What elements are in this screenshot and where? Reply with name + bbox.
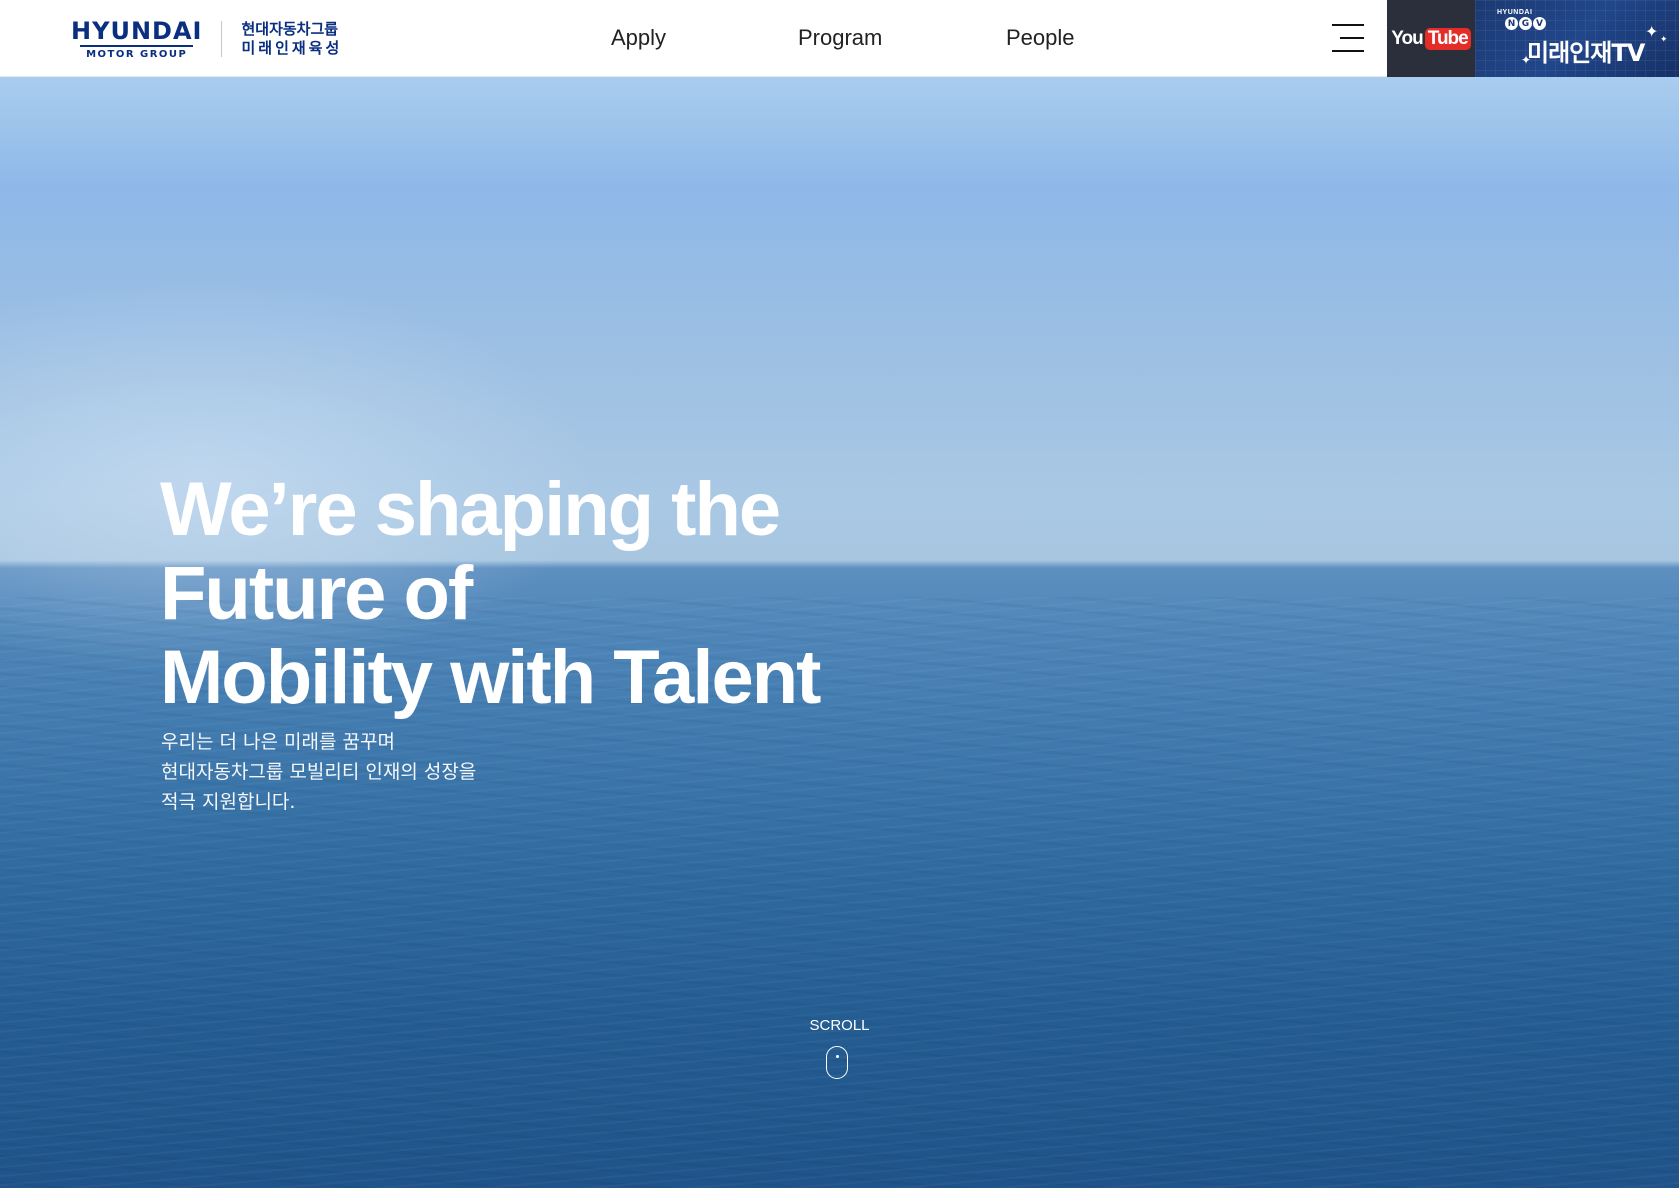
sparkle-icon: ✦ — [1521, 53, 1532, 67]
nav-people[interactable]: People — [1006, 25, 1075, 51]
nav-apply[interactable]: Apply — [611, 25, 666, 51]
ngv-tv-banner[interactable]: HYUNDAI N G V 미래인재TV ✦ ✦ ✦ — [1475, 0, 1679, 77]
hero-headline: We’re shaping the Future of Mobility wit… — [160, 467, 821, 720]
headline-line2: Future of — [160, 551, 473, 636]
headline-line1: We’re shaping the — [160, 467, 781, 552]
subtext-line2: 현대자동차그룹 모빌리티 인재의 성장을 — [161, 761, 477, 783]
scroll-label: SCROLL — [809, 1017, 870, 1034]
ngv-badge: N G V — [1505, 17, 1546, 30]
ngv-badge-letter: N — [1505, 17, 1518, 30]
subtext-line1: 우리는 더 나은 미래를 꿈꾸며 — [161, 731, 395, 753]
youtube-logo-you: You — [1391, 27, 1424, 49]
ngv-badge-letter: G — [1519, 17, 1532, 30]
headline-line3: Mobility with Talent — [160, 635, 821, 720]
youtube-logo-tube: Tube — [1424, 27, 1471, 50]
hamburger-icon[interactable] — [1332, 24, 1364, 52]
ngv-small-text: HYUNDAI — [1497, 9, 1533, 16]
youtube-button[interactable]: You Tube — [1387, 0, 1475, 77]
ngv-title: 미래인재TV — [1527, 39, 1645, 67]
mouse-icon[interactable] — [826, 1046, 848, 1079]
hero-subtext: 우리는 더 나은 미래를 꿈꾸며 현대자동차그룹 모빌리티 인재의 성장을 적극… — [161, 727, 476, 817]
subtext-line3: 적극 지원합니다. — [161, 791, 296, 813]
sparkle-icon: ✦ — [1645, 24, 1659, 41]
site-header: HYUNDAI MOTOR GROUP 현대자동차그룹 미래인재육성 Apply… — [0, 0, 1679, 77]
ngv-badge-letter: V — [1533, 17, 1546, 30]
nav-program[interactable]: Program — [798, 25, 882, 51]
sparkle-icon: ✦ — [1660, 34, 1668, 44]
